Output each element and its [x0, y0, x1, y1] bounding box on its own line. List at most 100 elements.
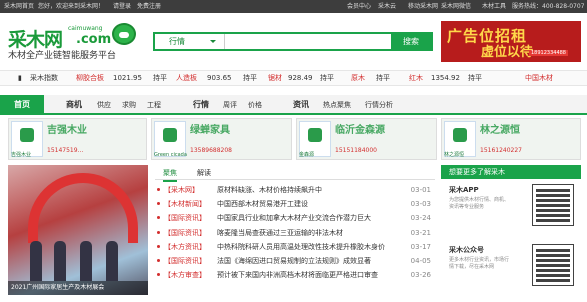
bullet-icon	[157, 244, 160, 248]
nav-item[interactable]: 热点聚焦	[323, 95, 351, 115]
wechat-desc: 更多木材行业资讯，市场行情下载，尽在采木网	[449, 257, 510, 270]
search-input[interactable]	[235, 34, 347, 49]
news-tag: 【木方资讯】	[164, 242, 206, 251]
company-phone: 13589688208	[190, 147, 232, 154]
top-bar: 采木网首页 您好，欢迎来到采木网！ 请登录 免费注册 会员中心 采木云 移动采木…	[0, 0, 587, 13]
ticker-name[interactable]: 中国木材	[525, 71, 553, 85]
search-category-select[interactable]: 行情	[155, 34, 225, 49]
mascot-icon	[112, 23, 136, 45]
ad-subtitle: 虚位以待	[481, 45, 534, 60]
company-brand: Green cicada	[154, 152, 187, 158]
ticker-name[interactable]: 人造板	[176, 71, 197, 85]
price-ticker: ▮ 采木指数 柳胶合板 1021.95 持平 人造板 903.65 持平 锯材 …	[0, 70, 587, 86]
company-ad[interactable]: Green cicada 绿蝉家具 13589688208	[151, 118, 292, 160]
app-title: 采木APP	[449, 186, 479, 194]
app-qr-code[interactable]	[532, 184, 574, 226]
welcome-text: 您好，欢迎来到采木网！	[38, 3, 105, 10]
company-brand: 吉强木业	[11, 152, 32, 158]
news-title[interactable]: 预计被下来国内非洲高档木材将面临更严格进口审查	[217, 268, 397, 282]
company-ad[interactable]: 吉强木业 吉强木业 15147519...	[8, 118, 147, 160]
app-block[interactable]: 采木APP 为您提供木材行情、商机、资讯等专业服务	[441, 184, 581, 231]
ticker-icon: ▮	[18, 74, 22, 82]
sidebar-header: 想要更多了解采木	[441, 165, 581, 179]
ticker-value: 1354.92	[431, 74, 460, 82]
search-button[interactable]: 搜索	[391, 34, 431, 49]
news-title[interactable]: 喀麦隆当局查获通过三亚运输的非法木材	[217, 226, 397, 240]
wechat-link[interactable]: 采木网微信	[441, 0, 471, 13]
news-date: 03-26	[410, 271, 431, 280]
app-desc: 为您提供木材行情、商机、资讯等专业服务	[449, 197, 510, 210]
ticker-change: 持平	[376, 74, 390, 82]
nav-item[interactable]: 行情分析	[365, 95, 393, 115]
news-tag: 【国际资讯】	[164, 214, 206, 223]
site-slogan: 木材全产业链智能服务平台	[8, 51, 117, 61]
news-date: 03-17	[410, 242, 431, 251]
nav-item[interactable]: 价格	[248, 95, 262, 115]
company-ad[interactable]: 林之源恒 林之源恒 15161240227	[441, 118, 581, 160]
bullet-icon	[157, 188, 160, 191]
ticker-name[interactable]: 红木	[409, 71, 423, 85]
home-link[interactable]: 采木网首页	[4, 0, 34, 13]
nav-group-head[interactable]: 行情	[193, 100, 209, 109]
featured-photo[interactable]: 2021广州国际家居生产及木材展会	[8, 165, 148, 295]
news-item[interactable]: 【采木网】 原材料缺涨、木材价格持续飙升中 03-01	[155, 183, 435, 197]
news-tabs: 聚焦 解读	[155, 166, 435, 182]
company-name: 绿蝉家具	[190, 125, 230, 136]
member-center-link[interactable]: 会员中心	[347, 0, 371, 13]
news-tag: 【国际资讯】	[164, 256, 206, 265]
nav-group-head[interactable]: 商机	[66, 100, 82, 109]
news-tag: 【木方审查】	[164, 271, 206, 280]
ticker-name[interactable]: 原木	[351, 71, 365, 85]
news-date: 04-05	[410, 256, 431, 265]
news-title[interactable]: 中热科院科研人员用高温处理改性技术提升橡胶木身价	[217, 240, 397, 254]
mobile-link[interactable]: 移动采木网	[408, 0, 438, 13]
news-item[interactable]: 【木材新闻】 中国西部木材贸易港开工建设 03-03	[155, 197, 435, 211]
news-date: 03-21	[410, 228, 431, 237]
company-name: 吉强木业	[47, 125, 87, 136]
news-title[interactable]: 原材料缺涨、木材价格持续飙升中	[217, 183, 397, 197]
wechat-block[interactable]: 采木公众号 更多木材行业资讯，市场行情下载，尽在采木网	[441, 244, 581, 291]
ad-row: 吉强木业 吉强木业 15147519... Green cicada 绿蝉家具 …	[0, 118, 587, 160]
login-link[interactable]: 请登录	[113, 0, 131, 13]
tab-focus[interactable]: 聚焦	[163, 166, 177, 182]
news-item[interactable]: 【国际资讯】 中国家具行业和加拿大木材产业交流合作潜力巨大 03-24	[155, 211, 435, 225]
tools-link[interactable]: 木材工具	[482, 0, 506, 13]
news-tag: 【木材新闻】	[164, 200, 206, 209]
bullet-icon	[157, 273, 160, 277]
news-date: 03-24	[410, 214, 431, 223]
ticker-index-label[interactable]: 采木指数	[30, 71, 58, 85]
top-ad-banner[interactable]: 广告位招租 虚位以待 18912334488	[441, 21, 581, 62]
wechat-qr-code[interactable]	[532, 244, 574, 286]
company-ad[interactable]: 金森源 临沂金森源 15151184000	[296, 118, 437, 160]
ticker-name[interactable]: 锯材	[268, 71, 282, 85]
news-item[interactable]: 【木方审查】 预计被下来国内非洲高档木材将面临更严格进口审查 03-26	[155, 268, 435, 282]
person	[106, 241, 118, 281]
news-title[interactable]: 法国《海绵因进口贸易规制的立法规则》成效显著	[217, 254, 397, 268]
tab-analysis[interactable]: 解读	[197, 166, 211, 180]
company-name: 林之源恒	[480, 125, 520, 136]
nav-group-head[interactable]: 资讯	[293, 100, 309, 109]
nav-item[interactable]: 供应	[97, 95, 111, 115]
nav-home[interactable]: 首页	[0, 95, 44, 115]
news-tag: 【采木网】	[164, 186, 199, 194]
news-tag: 【国际资讯】	[164, 228, 206, 237]
news-title[interactable]: 中国家具行业和加拿大木材产业交流合作潜力巨大	[217, 211, 397, 225]
company-name: 临沂金森源	[335, 125, 385, 136]
nav-item[interactable]: 求购	[122, 95, 136, 115]
cloud-link[interactable]: 采木云	[378, 0, 396, 13]
person	[80, 241, 92, 281]
register-link[interactable]: 免费注册	[137, 0, 161, 13]
nav-item[interactable]: 周评	[223, 95, 237, 115]
ticker-value: 928.49	[288, 74, 313, 82]
person	[54, 241, 66, 281]
company-phone: 15147519...	[47, 147, 84, 154]
news-item[interactable]: 【木方资讯】 中热科院科研人员用高温处理改性技术提升橡胶木身价 03-17	[155, 240, 435, 254]
news-item[interactable]: 【国际资讯】 喀麦隆当局查获通过三亚运输的非法木材 03-21	[155, 226, 435, 240]
company-phone: 15151184000	[335, 147, 377, 154]
news-item[interactable]: 【国际资讯】 法国《海绵因进口贸易规制的立法规则》成效显著 04-05	[155, 254, 435, 268]
nav-item[interactable]: 工程	[147, 95, 161, 115]
ticker-name[interactable]: 柳胶合板	[76, 71, 104, 85]
logo-en: caimuwang	[68, 25, 103, 32]
news-title[interactable]: 中国西部木材贸易港开工建设	[217, 197, 397, 211]
photo-caption[interactable]: 2021广州国际家居生产及木材展会	[8, 281, 148, 295]
